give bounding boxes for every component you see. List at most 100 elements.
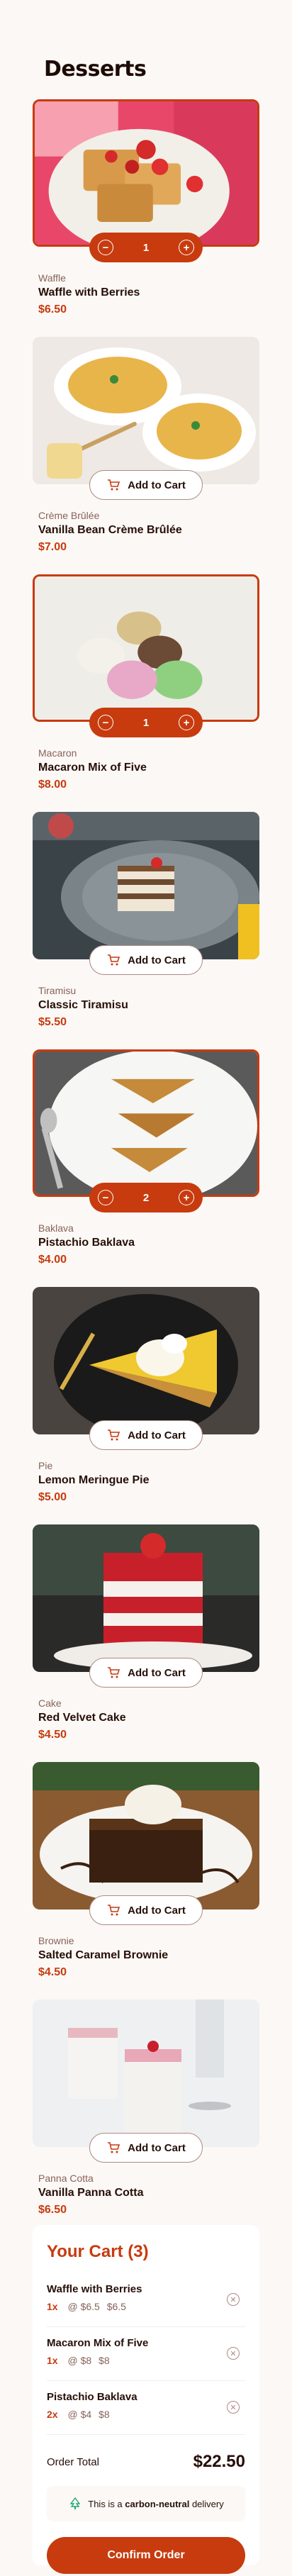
cart-icon xyxy=(108,2142,120,2153)
product-name: Macaron Mix of Five xyxy=(38,762,147,774)
cart-item: Macaron Mix of Five 1x @ $8 $8 ✕ xyxy=(47,2327,245,2381)
remove-item-button[interactable]: ✕ xyxy=(227,2401,240,2414)
cart-item-total: $8 xyxy=(99,2355,110,2366)
cart-item-qty: 2x xyxy=(47,2409,58,2420)
product-name: Lemon Meringue Pie xyxy=(38,1474,150,1486)
cart-icon xyxy=(108,954,120,966)
quantity-stepper: − 1 + xyxy=(89,708,203,737)
quantity-value: 2 xyxy=(142,1191,150,1204)
add-to-cart-label: Add to Cart xyxy=(128,1429,186,1442)
product-name: Waffle with Berries xyxy=(38,286,140,299)
product-name: Red Velvet Cake xyxy=(38,1712,126,1724)
cart-item-name: Pistachio Baklava xyxy=(47,2391,137,2403)
cart-item-unit-price: @ $4 xyxy=(67,2409,92,2420)
order-total-value: $22.50 xyxy=(193,2452,245,2471)
cart-icon xyxy=(108,1429,120,1441)
close-icon: ✕ xyxy=(230,2349,237,2358)
add-to-cart-label: Add to Cart xyxy=(128,2141,186,2154)
close-icon: ✕ xyxy=(230,2403,237,2412)
product-image xyxy=(33,1049,259,1197)
cart-item-qty: 1x xyxy=(47,2301,58,2312)
cart-item-meta: 2x @ $4 $8 xyxy=(47,2409,245,2420)
decrement-button[interactable]: − xyxy=(98,715,113,730)
product-card: Add to Cart Tiramisu Classic Tiramisu $5… xyxy=(33,812,259,1028)
cart-item-meta: 1x @ $6.5 $6.5 xyxy=(47,2301,245,2312)
product-image xyxy=(33,337,259,484)
product-image xyxy=(33,2000,259,2147)
cart-item: Waffle with Berries 1x @ $6.5 $6.5 ✕ xyxy=(47,2273,245,2327)
product-name: Pistachio Baklava xyxy=(38,1237,135,1249)
order-total-label: Order Total xyxy=(47,2455,99,2468)
product-image xyxy=(33,1524,259,1672)
remove-item-button[interactable]: ✕ xyxy=(227,2293,240,2306)
order-total-row: Order Total $22.50 xyxy=(47,2448,245,2476)
add-to-cart-button[interactable]: Add to Cart xyxy=(89,1658,203,1688)
cart-item-total: $6.5 xyxy=(106,2301,126,2312)
product-price: $5.50 xyxy=(38,1016,67,1028)
confirm-order-button[interactable]: Confirm Order xyxy=(47,2537,245,2574)
product-card: Add to Cart Pie Lemon Meringue Pie $5.00 xyxy=(33,1287,259,1503)
cart-item-unit-price: @ $8 xyxy=(67,2355,92,2366)
product-card: Add to Cart Brownie Salted Caramel Brown… xyxy=(33,1762,259,1978)
decrement-button[interactable]: − xyxy=(98,240,113,255)
product-image xyxy=(33,99,259,247)
product-price: $8.00 xyxy=(38,779,67,791)
close-icon: ✕ xyxy=(230,2295,237,2304)
tree-icon xyxy=(69,2497,81,2509)
add-to-cart-label: Add to Cart xyxy=(128,1904,186,1917)
carbon-bold: carbon-neutral xyxy=(125,2498,190,2509)
cart-icon xyxy=(108,1667,120,1678)
product-price: $6.50 xyxy=(38,303,67,316)
product-card: Add to Cart Cake Red Velvet Cake $4.50 xyxy=(33,1524,259,1741)
product-category: Waffle xyxy=(38,272,66,284)
product-category: Pie xyxy=(38,1460,53,1471)
cart-item-total: $8 xyxy=(99,2409,110,2420)
cart-item-qty: 1x xyxy=(47,2355,58,2366)
product-card: − 2 + Baklava Pistachio Baklava $4.00 xyxy=(33,1049,259,1266)
product-image xyxy=(33,1287,259,1434)
remove-item-button[interactable]: ✕ xyxy=(227,2347,240,2360)
cart-item-name: Macaron Mix of Five xyxy=(47,2337,149,2349)
product-category: Cake xyxy=(38,1697,62,1709)
cart-panel: Your Cart (3) Waffle with Berries 1x @ $… xyxy=(33,2225,259,2574)
cart-title: Your Cart (3) xyxy=(47,2242,149,2261)
cart-icon xyxy=(108,479,120,491)
add-to-cart-label: Add to Cart xyxy=(128,1666,186,1679)
product-name: Salted Caramel Brownie xyxy=(38,1949,169,1961)
product-image xyxy=(33,574,259,722)
product-name: Vanilla Bean Crème Brûlée xyxy=(38,524,182,536)
add-to-cart-button[interactable]: Add to Cart xyxy=(89,1420,203,1450)
product-card: − 1 + Waffle Waffle with Berries $6.50 xyxy=(33,99,259,316)
cart-icon xyxy=(108,1905,120,1916)
carbon-prefix: This is a xyxy=(88,2498,123,2509)
product-category: Macaron xyxy=(38,747,77,759)
product-image xyxy=(33,1762,259,1909)
product-category: Crème Brûlée xyxy=(38,510,100,521)
add-to-cart-button[interactable]: Add to Cart xyxy=(89,2133,203,2163)
add-to-cart-button[interactable]: Add to Cart xyxy=(89,945,203,975)
product-price: $7.00 xyxy=(38,541,67,553)
increment-button[interactable]: + xyxy=(179,715,194,730)
product-name: Vanilla Panna Cotta xyxy=(38,2187,144,2199)
cart-item-meta: 1x @ $8 $8 xyxy=(47,2355,245,2366)
increment-button[interactable]: + xyxy=(179,240,194,255)
increment-button[interactable]: + xyxy=(179,1190,194,1205)
cart-item-name: Waffle with Berries xyxy=(47,2283,142,2295)
product-category: Panna Cotta xyxy=(38,2173,94,2184)
product-card: Add to Cart Panna Cotta Vanilla Panna Co… xyxy=(33,2000,259,2216)
add-to-cart-label: Add to Cart xyxy=(128,954,186,966)
product-price: $6.50 xyxy=(38,2204,67,2216)
product-price: $4.50 xyxy=(38,1966,67,1978)
cart-item-unit-price: @ $6.5 xyxy=(67,2301,100,2312)
decrement-button[interactable]: − xyxy=(98,1190,113,1205)
product-card: − 1 + Macaron Macaron Mix of Five $8.00 xyxy=(33,574,259,791)
quantity-value: 1 xyxy=(142,716,150,729)
add-to-cart-button[interactable]: Add to Cart xyxy=(89,1895,203,1925)
product-name: Classic Tiramisu xyxy=(38,999,128,1011)
product-price: $5.00 xyxy=(38,1491,67,1503)
product-category: Tiramisu xyxy=(38,985,77,996)
product-category: Baklava xyxy=(38,1222,74,1234)
quantity-stepper: − 2 + xyxy=(89,1183,203,1212)
product-price: $4.00 xyxy=(38,1254,67,1266)
add-to-cart-button[interactable]: Add to Cart xyxy=(89,470,203,500)
